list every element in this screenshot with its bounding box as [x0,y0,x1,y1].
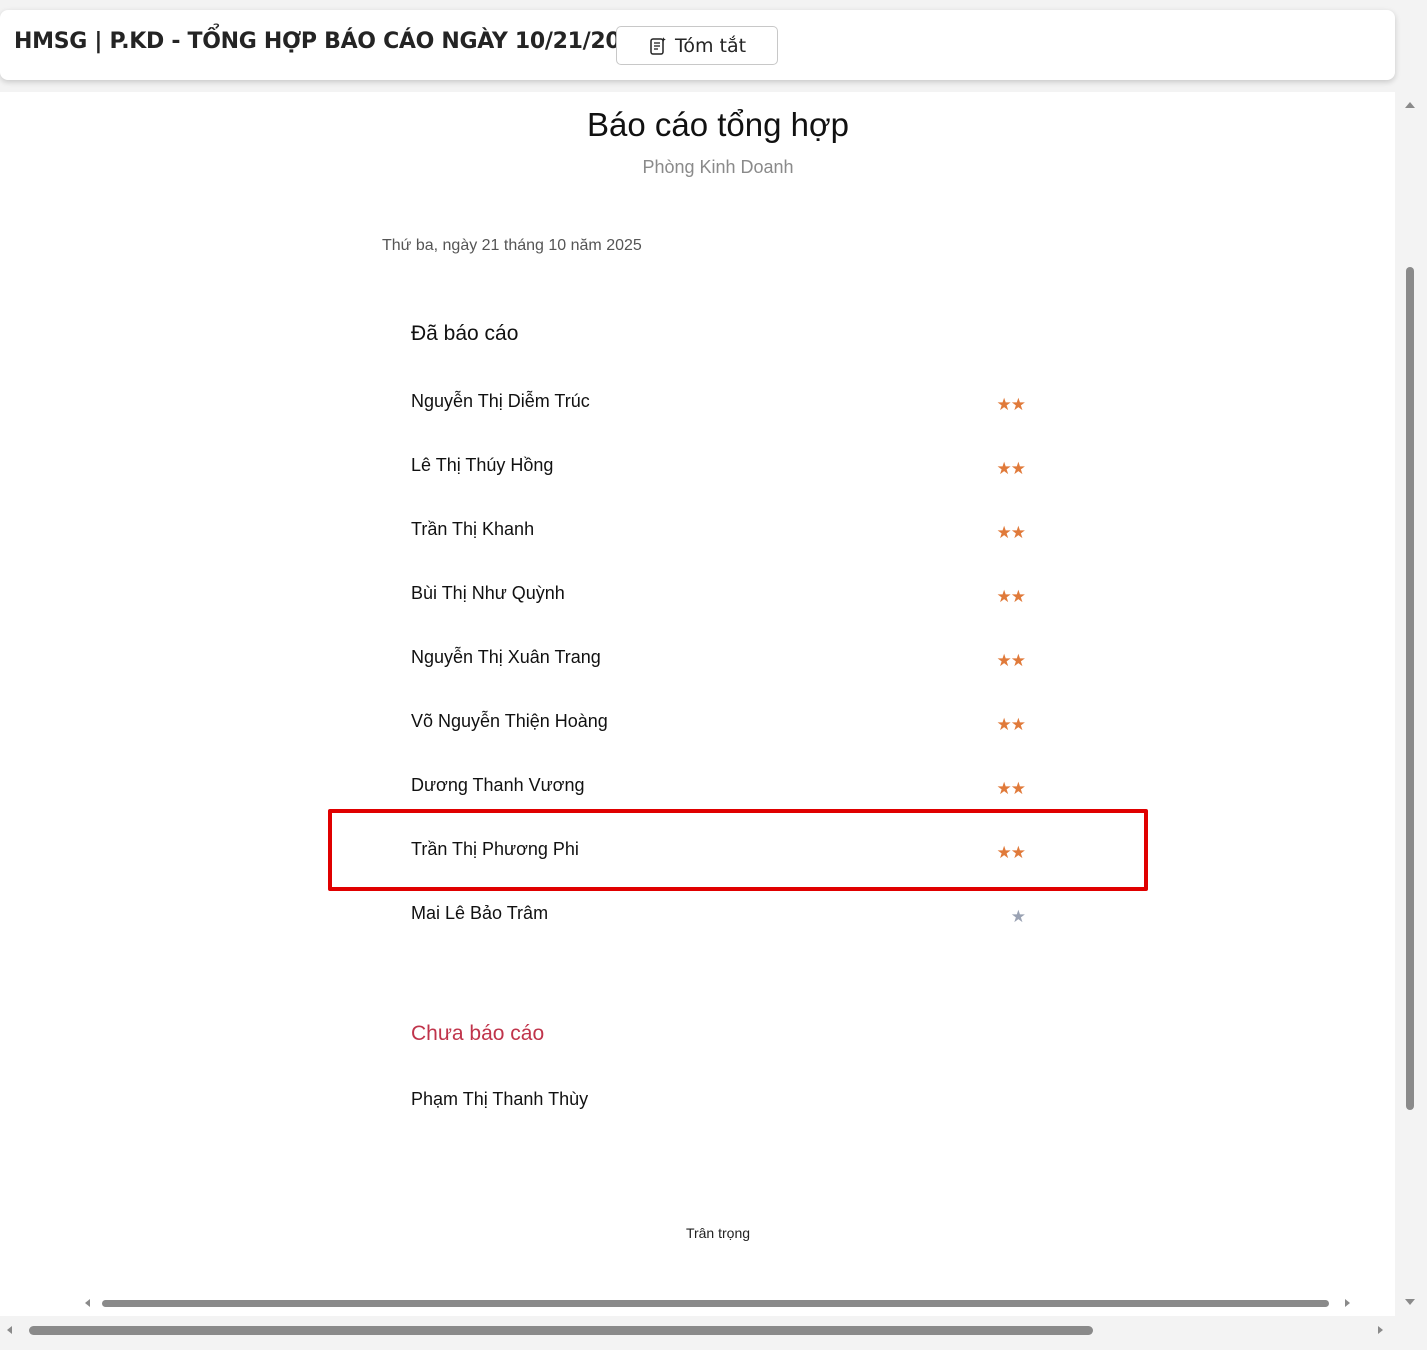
star-rating: ★ [1010,907,1026,926]
list-item: Lê Thị Thúy Hồng ★★ [411,455,1027,481]
not-reported-heading: Chưa báo cáo [411,1022,545,1045]
list-item: Nguyễn Thị Diễm Trúc ★★ [411,391,1027,417]
star-rating: ★★ [996,395,1027,414]
scroll-right-icon[interactable] [1345,1299,1350,1307]
person-name: Dương Thanh Vương [411,775,585,795]
scroll-left-icon[interactable] [85,1299,90,1307]
report-title: Báo cáo tổng hợp [586,106,849,143]
summary-button-label: Tóm tắt [674,34,747,57]
person-name: Trần Thị Khanh [411,519,535,539]
horizontal-scrollbar[interactable] [0,1320,1395,1340]
scroll-up-icon[interactable] [1405,102,1415,108]
summary-icon [648,36,668,56]
list-item: Võ Nguyễn Thiện Hoàng ★★ [411,711,1027,737]
scrollbar-thumb[interactable] [1406,267,1414,1110]
scrollbar-thumb[interactable] [29,1326,1093,1335]
star-rating: ★★ [996,459,1027,478]
report-date: Thứ ba, ngày 21 tháng 10 năm 2025 [382,237,642,254]
report-subtitle: Phòng Kinh Doanh [642,157,794,177]
person-name: Nguyễn Thị Diễm Trúc [411,391,590,411]
star-rating: ★★ [996,779,1027,798]
star-rating: ★★ [996,651,1027,670]
star-rating: ★★ [996,587,1027,606]
scroll-left-icon[interactable] [7,1326,12,1334]
person-name: Phạm Thị Thanh Thùy [411,1089,589,1109]
top-bar: HMSG | P.KD - TỔNG HỢP BÁO CÁO NGÀY 10/2… [0,10,1395,80]
person-name: Nguyễn Thị Xuân Trang [411,647,601,667]
list-item: Bùi Thị Như Quỳnh ★★ [411,583,1027,609]
person-name: Mai Lê Bảo Trâm [411,903,549,923]
list-item: Mai Lê Bảo Trâm ★ [411,903,1026,929]
list-item: Trần Thị Khanh ★★ [411,519,1027,545]
highlight-box [328,809,1148,891]
page-title: HMSG | P.KD - TỔNG HỢP BÁO CÁO NGÀY 10/2… [14,29,651,54]
scroll-down-icon[interactable] [1405,1299,1415,1305]
summary-button[interactable]: Tóm tắt [616,26,778,65]
list-item: Dương Thanh Vương ★★ [411,775,1027,801]
scrollbar-thumb[interactable] [102,1300,1329,1307]
scroll-right-icon[interactable] [1378,1326,1383,1334]
person-name: Võ Nguyễn Thiện Hoàng [411,711,608,731]
person-name: Lê Thị Thúy Hồng [411,455,554,475]
list-item: Nguyễn Thị Xuân Trang ★★ [411,647,1027,673]
vertical-scrollbar[interactable] [1400,92,1420,1314]
app-window: HMSG | P.KD - TỔNG HỢP BÁO CÁO NGÀY 10/2… [0,0,1427,1350]
star-rating: ★★ [996,523,1027,542]
reported-heading: Đã báo cáo [411,322,519,345]
closing-text: Trân trọng [685,1225,751,1241]
list-item: Phạm Thị Thanh Thùy [411,1089,1025,1115]
report-content: Báo cáo tổng hợp Phòng Kinh Doanh Thứ ba… [0,92,1395,1316]
star-rating: ★★ [996,715,1027,734]
inner-horizontal-scrollbar[interactable] [80,1297,1356,1311]
person-name: Bùi Thị Như Quỳnh [411,583,565,603]
